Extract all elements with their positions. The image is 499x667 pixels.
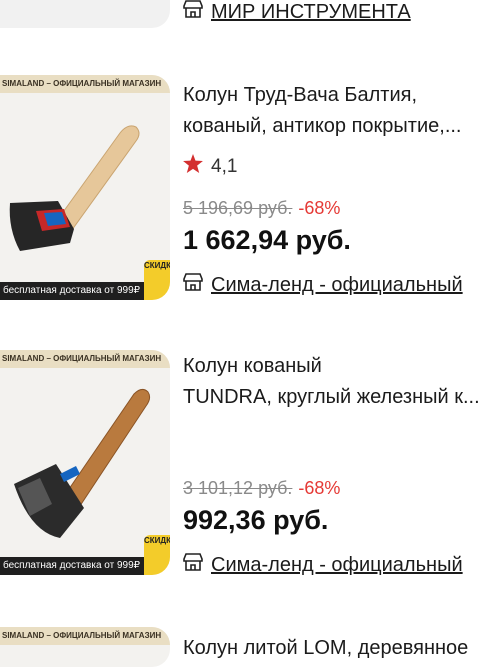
seller-name: МИР ИНСТРУМЕНТА xyxy=(211,0,411,23)
current-price: 1 662,94 руб. xyxy=(183,225,351,255)
seller-link[interactable]: Сима-ленд - официальный xyxy=(183,553,463,577)
shop-banner: SIMALAND – ОФИЦИАЛЬНЫЙ МАГАЗИН xyxy=(0,75,170,93)
store-icon xyxy=(183,553,203,577)
product-title[interactable]: Колун литой LOM, деревянное xyxy=(183,633,499,664)
product-thumbnail-partial[interactable] xyxy=(0,0,170,28)
axe-image xyxy=(0,368,170,558)
shop-banner: SIMALAND – ОФИЦИАЛЬНЫЙ МАГАЗИН xyxy=(0,350,170,368)
old-price-row: 3 101,12 руб. -68% xyxy=(183,478,340,499)
discount-badge: -68% xyxy=(298,478,341,498)
shop-banner: SIMALAND – ОФИЦИАЛЬНЫЙ МАГАЗИН xyxy=(0,627,170,645)
sale-badge: СКИДКИ xyxy=(144,535,170,575)
rating: 4,1 xyxy=(183,154,237,179)
old-price: 5 196,69 руб. xyxy=(183,198,293,218)
axe-image xyxy=(0,93,170,283)
seller-link[interactable]: Сима-ленд - официальный xyxy=(183,273,463,297)
store-icon xyxy=(183,0,203,24)
product-title[interactable]: Колун кованый TUNDRA, круглый железный к… xyxy=(183,351,499,413)
sale-badge: СКИДКИ xyxy=(144,260,170,300)
seller-name: Сима-ленд - официальный xyxy=(211,553,463,576)
current-price: 992,36 руб. xyxy=(183,505,329,535)
delivery-label: бесплатная доставка от 999₽ xyxy=(0,282,148,300)
product-image[interactable]: SIMALAND – ОФИЦИАЛЬНЫЙ МАГАЗИН xyxy=(0,627,170,667)
rating-value: 4,1 xyxy=(211,155,238,177)
product-image[interactable]: SIMALAND – ОФИЦИАЛЬНЫЙ МАГАЗИН бесплатна… xyxy=(0,75,170,300)
discount-badge: -68% xyxy=(298,198,341,218)
seller-link[interactable]: МИР ИНСТРУМЕНТА xyxy=(183,0,411,26)
seller-name: Сима-ленд - официальный xyxy=(211,273,463,296)
old-price: 3 101,12 руб. xyxy=(183,478,293,498)
product-title[interactable]: Колун Труд-Вача Балтия, кованый, антикор… xyxy=(183,80,499,142)
store-icon xyxy=(183,273,203,297)
old-price-row: 5 196,69 руб. -68% xyxy=(183,198,340,219)
delivery-label: бесплатная доставка от 999₽ xyxy=(0,557,148,575)
product-image[interactable]: SIMALAND – ОФИЦИАЛЬНЫЙ МАГАЗИН бесплатна… xyxy=(0,350,170,575)
star-icon xyxy=(183,154,203,179)
